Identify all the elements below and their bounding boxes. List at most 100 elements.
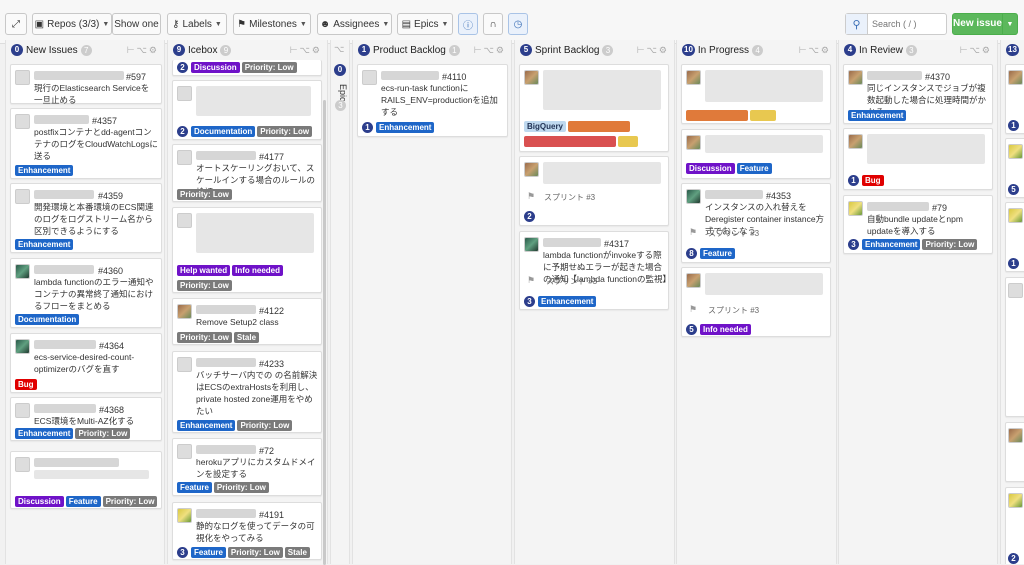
- label-priority-low[interactable]: Priority: Low: [257, 126, 312, 137]
- label-priority-low[interactable]: Priority: Low: [177, 332, 232, 343]
- label-bigquery[interactable]: BigQuery: [524, 121, 566, 132]
- issue-card[interactable]: #72 herokuアプリにカスタムドメインを設定する FeaturePrior…: [172, 438, 322, 496]
- label-feature[interactable]: Feature: [191, 547, 226, 558]
- issue-card[interactable]: #4368 ECS環境をMulti-AZ化する EnhancementPrior…: [10, 397, 162, 441]
- issue-card[interactable]: #4110 ecs-run-task functionにRAILS_ENV=pr…: [357, 64, 508, 137]
- issue-card[interactable]: 2: [1005, 487, 1024, 564]
- label-feature[interactable]: Feature: [177, 482, 212, 493]
- issue-card[interactable]: #4359 開発環境と本番環境のECS関連のログをログストリーム名から区別できる…: [10, 183, 162, 253]
- search-icon[interactable]: ⚲: [846, 14, 868, 34]
- label-priority-low[interactable]: Priority: Low: [214, 482, 269, 493]
- issue-card[interactable]: [681, 64, 831, 124]
- issue-card[interactable]: #4364 ecs-service-desired-count-optimize…: [10, 333, 162, 393]
- issue-card[interactable]: #79 自動bundle updateとnpm updateを導入する 3 En…: [843, 195, 993, 254]
- label-blurred[interactable]: [568, 121, 630, 132]
- repo-icon: ▣: [35, 19, 44, 30]
- issue-card[interactable]: 2 DocumentationPriority: Low: [172, 80, 322, 140]
- label-documentation[interactable]: Documentation: [15, 314, 79, 325]
- label-documentation[interactable]: Documentation: [191, 126, 255, 137]
- column-controls-icon[interactable]: ⊢⌥⚙: [127, 45, 159, 56]
- column-epic[interactable]: ⌥ 0 Epic 3: [330, 40, 350, 564]
- label-blurred[interactable]: [524, 136, 616, 147]
- label-priority-low[interactable]: Priority: Low: [103, 496, 158, 507]
- epics-dropdown[interactable]: ▤Epics▼: [397, 13, 453, 35]
- collapse-arrows-icon[interactable]: ⤢: [5, 13, 27, 35]
- issue-card[interactable]: 1 Bug: [843, 128, 993, 190]
- column-controls-icon[interactable]: ⊢⌥⚙: [799, 45, 831, 56]
- label-enhancement[interactable]: Enhancement: [177, 420, 235, 431]
- label-discussion[interactable]: Discussion: [191, 62, 240, 73]
- label-blurred[interactable]: [750, 110, 776, 121]
- issue-card[interactable]: ⚑ スプリント #3 2: [519, 156, 669, 226]
- label-feature[interactable]: Feature: [737, 163, 772, 174]
- label-priority-low[interactable]: Priority: Low: [75, 428, 130, 439]
- issue-card[interactable]: ⚑ スプリント #3 5 Info needed: [681, 267, 831, 337]
- label-priority-low[interactable]: Priority: Low: [237, 420, 292, 431]
- issue-card[interactable]: #597 現行のElasticsearch Serviceを一旦止める: [10, 64, 162, 104]
- issue-card[interactable]: [1005, 422, 1024, 482]
- label-info-needed[interactable]: Info needed: [232, 265, 283, 276]
- column-controls-icon[interactable]: ⊢⌥⚙: [474, 45, 506, 56]
- label-priority-low[interactable]: Priority: Low: [922, 239, 977, 250]
- issue-card[interactable]: #4357 postfixコンテナとdd-agentコンテナのログをCloudW…: [10, 108, 162, 179]
- issue-card[interactable]: DiscussionFeature: [681, 129, 831, 179]
- label-enhancement[interactable]: Enhancement: [376, 122, 434, 133]
- label-stale[interactable]: Stale: [285, 547, 310, 558]
- label-enhancement[interactable]: Enhancement: [862, 239, 920, 250]
- new-issue-button[interactable]: New issue ▼: [952, 13, 1018, 35]
- issue-card[interactable]: #4177 オートスケーリングおいて、スケールインする場合のルールの検証 Pri…: [172, 144, 322, 202]
- issue-card[interactable]: DiscussionFeaturePriority: Low: [10, 451, 162, 509]
- issue-card[interactable]: #4360 lambda functionのエラー通知やコンテナの異常終了通知に…: [10, 258, 162, 328]
- issue-card[interactable]: #4370 同じインスタンスでジョブが複数起動した場合に処理時間がかかる Enh…: [843, 64, 993, 124]
- expand-icon[interactable]: ⌥: [334, 44, 344, 55]
- column-controls-icon[interactable]: ⊢⌥⚙: [637, 45, 669, 56]
- search-input[interactable]: [868, 14, 946, 34]
- issue-card[interactable]: 1: [1005, 64, 1024, 134]
- label-info-needed[interactable]: Info needed: [700, 324, 751, 335]
- label-blurred[interactable]: [618, 136, 638, 147]
- label-feature[interactable]: Feature: [700, 248, 735, 259]
- label-enhancement[interactable]: Enhancement: [15, 239, 73, 250]
- scrollbar[interactable]: [323, 100, 326, 565]
- issue-card[interactable]: 2 DiscussionPriority: Low: [172, 60, 322, 76]
- issue-card[interactable]: #4122 Remove Setup2 class Priority: LowS…: [172, 298, 322, 345]
- label-blurred[interactable]: [686, 110, 748, 121]
- label-priority-low[interactable]: Priority: Low: [228, 547, 283, 558]
- label-discussion[interactable]: Discussion: [15, 496, 64, 507]
- label-enhancement[interactable]: Enhancement: [15, 428, 73, 439]
- label-enhancement[interactable]: Enhancement: [15, 165, 73, 176]
- show-one-button[interactable]: Show one: [112, 13, 161, 35]
- labels-dropdown[interactable]: ⚷Labels▼: [167, 13, 227, 35]
- info-icon[interactable]: ⓘ: [458, 13, 478, 35]
- chevron-down-icon[interactable]: ▼: [1003, 21, 1017, 28]
- label-priority-low[interactable]: Priority: Low: [242, 62, 297, 73]
- label-discussion[interactable]: Discussion: [686, 163, 735, 174]
- label-help-wanted[interactable]: Help wanted: [177, 265, 230, 276]
- issue-card[interactable]: 5: [1005, 138, 1024, 198]
- issue-card[interactable]: [1005, 277, 1024, 417]
- avatar: [1008, 144, 1023, 159]
- column-controls-icon[interactable]: ⊢⌥⚙: [960, 45, 992, 56]
- label-bug[interactable]: Bug: [862, 175, 884, 186]
- issue-card[interactable]: #4353 インスタンスの入れ替えをDeregister container i…: [681, 183, 831, 263]
- column-controls-icon[interactable]: ⊢⌥⚙: [290, 45, 322, 56]
- search-box[interactable]: ⚲: [845, 13, 947, 35]
- label-bug[interactable]: Bug: [15, 379, 37, 390]
- milestones-dropdown[interactable]: ⚑Milestones▼: [233, 13, 311, 35]
- issue-card[interactable]: #4317 lambda functionがinvokeする際に予期せぬエラーが…: [519, 231, 669, 310]
- label-enhancement[interactable]: Enhancement: [848, 110, 906, 121]
- issue-card[interactable]: #4233 バッチサーバ内での の名前解決はECSのextraHostsを利用し…: [172, 351, 322, 433]
- history-icon[interactable]: ◷: [508, 13, 528, 35]
- label-priority-low[interactable]: Priority: Low: [177, 189, 232, 200]
- label-enhancement[interactable]: Enhancement: [538, 296, 596, 307]
- issue-card[interactable]: #4191 静的なログを使ってデータの可視化をやってみる 3 FeaturePr…: [172, 502, 322, 560]
- repos-dropdown[interactable]: ▣Repos (3/3)▼: [32, 13, 112, 35]
- label-feature[interactable]: Feature: [66, 496, 101, 507]
- label-stale[interactable]: Stale: [234, 332, 259, 343]
- issue-card[interactable]: BigQuery: [519, 64, 669, 152]
- pull-request-icon[interactable]: ∩: [483, 13, 503, 35]
- issue-card[interactable]: Help wantedInfo needed Priority: Low: [172, 207, 322, 293]
- issue-card[interactable]: 1: [1005, 202, 1024, 272]
- label-priority-low[interactable]: Priority: Low: [177, 280, 232, 291]
- assignees-dropdown[interactable]: ☻Assignees▼: [317, 13, 392, 35]
